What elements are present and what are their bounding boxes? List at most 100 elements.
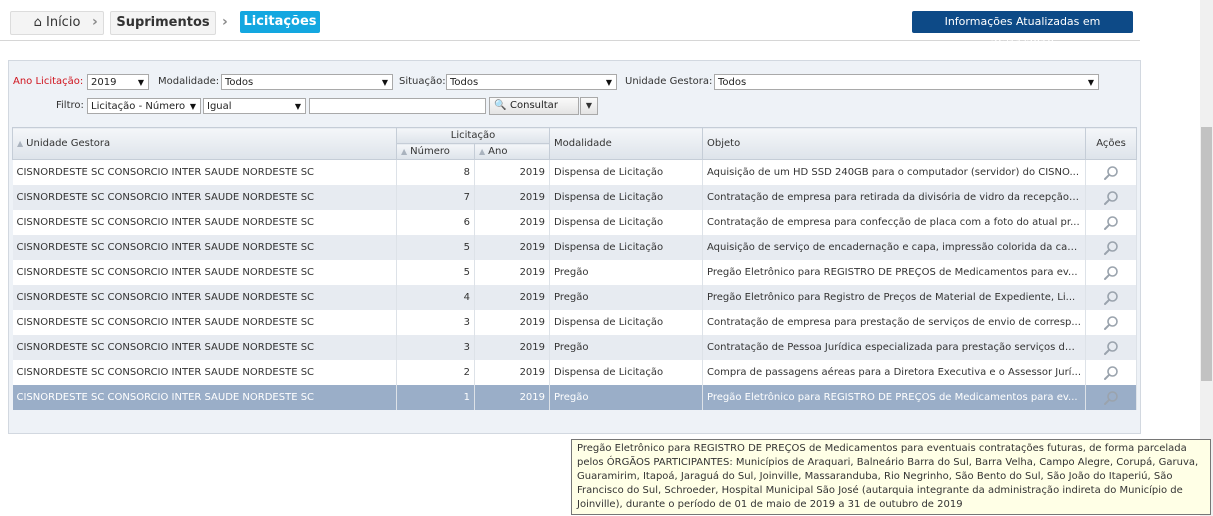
cell-ano: 2019	[474, 210, 551, 235]
cell-numero: 3	[396, 335, 475, 360]
cell-acoes	[1085, 310, 1138, 335]
view-details-icon[interactable]	[1103, 190, 1119, 205]
unidade-gestora-select[interactable]: Todos ▼	[714, 74, 1099, 90]
chevron-right-icon: ›	[92, 14, 98, 30]
home-icon: ⌂	[33, 15, 42, 30]
cell-numero: 6	[396, 210, 475, 235]
cell-objeto: Pregão Eletrônico para REGISTRO DE PREÇO…	[702, 260, 1087, 285]
table-row[interactable]: CISNORDESTE SC CONSORCIO INTER SAUDE NOR…	[12, 185, 1138, 210]
update-info-badge: Informações Atualizadas em 26/11/2019	[912, 11, 1133, 50]
chevron-down-icon: ▼	[137, 78, 144, 87]
modalidade-select-value: Todos	[225, 77, 254, 88]
view-details-icon[interactable]	[1103, 315, 1119, 330]
view-details-icon[interactable]	[1103, 390, 1119, 405]
cell-modalidade: Dispensa de Licitação	[549, 159, 704, 185]
chevron-down-icon: ▼	[1087, 78, 1094, 87]
filtro-operator-value: Igual	[207, 101, 232, 112]
sort-icon: ▲	[479, 147, 486, 156]
cell-objeto: Aquisição de um HD SSD 240GB para o comp…	[702, 159, 1087, 185]
chevron-down-icon: ▼	[294, 102, 301, 111]
table-row[interactable]: CISNORDESTE SC CONSORCIO INTER SAUDE NOR…	[12, 335, 1138, 360]
cell-objeto: Pregão Eletrônico para REGISTRO DE PREÇO…	[702, 385, 1087, 410]
cell-objeto: Contratação de empresa para retirada da …	[702, 185, 1087, 210]
sort-icon: ▲	[17, 139, 24, 148]
cell-numero: 3	[396, 310, 475, 335]
view-details-icon[interactable]	[1103, 365, 1119, 380]
view-details-icon[interactable]	[1103, 340, 1119, 355]
filtro-text-input[interactable]	[309, 98, 486, 114]
cell-acoes	[1085, 360, 1138, 385]
situacao-select-value: Todos	[450, 77, 479, 88]
column-header-modalidade[interactable]: Modalidade	[549, 127, 704, 160]
cell-modalidade: Dispensa de Licitação	[549, 235, 704, 260]
view-details-icon[interactable]	[1103, 215, 1119, 230]
cell-modalidade: Dispensa de Licitação	[549, 185, 704, 210]
column-header-numero[interactable]: ▲ Número	[396, 143, 475, 160]
chevron-down-icon: ▼	[189, 102, 196, 111]
cell-unidade: CISNORDESTE SC CONSORCIO INTER SAUDE NOR…	[12, 335, 397, 360]
cell-numero: 8	[396, 159, 475, 185]
column-header-licitacao: Licitação	[395, 127, 551, 144]
licitacoes-table-body: CISNORDESTE SC CONSORCIO INTER SAUDE NOR…	[12, 159, 1138, 410]
modalidade-select[interactable]: Todos ▼	[221, 74, 393, 90]
table-row[interactable]: CISNORDESTE SC CONSORCIO INTER SAUDE NOR…	[12, 159, 1138, 185]
view-details-icon[interactable]	[1103, 240, 1119, 255]
view-details-icon[interactable]	[1103, 165, 1119, 180]
cell-unidade: CISNORDESTE SC CONSORCIO INTER SAUDE NOR…	[12, 310, 397, 335]
ano-label: Ano Licitação:	[13, 76, 84, 87]
breadcrumb-home-label: Início	[46, 15, 81, 30]
table-row[interactable]: CISNORDESTE SC CONSORCIO INTER SAUDE NOR…	[12, 310, 1138, 335]
cell-acoes	[1085, 159, 1138, 185]
filtro-operator-select[interactable]: Igual ▼	[203, 98, 306, 114]
table-row[interactable]: CISNORDESTE SC CONSORCIO INTER SAUDE NOR…	[12, 285, 1138, 310]
column-header-objeto[interactable]: Objeto	[702, 127, 1087, 160]
cell-numero: 7	[396, 185, 475, 210]
filtro-field-select[interactable]: Licitação - Número ▼	[87, 98, 201, 114]
cell-numero: 2	[396, 360, 475, 385]
cell-ano: 2019	[474, 360, 551, 385]
scrollbar-thumb[interactable]	[1201, 127, 1212, 381]
cell-unidade: CISNORDESTE SC CONSORCIO INTER SAUDE NOR…	[12, 385, 397, 410]
filtro-label: Filtro:	[56, 100, 84, 111]
cell-objeto: Aquisição de serviço de encadernação e c…	[702, 235, 1087, 260]
filters-bar: Ano Licitação: 2019 ▼ Modalidade: Todos …	[9, 61, 1140, 123]
table-row[interactable]: CISNORDESTE SC CONSORCIO INTER SAUDE NOR…	[12, 260, 1138, 285]
ano-select[interactable]: 2019 ▼	[87, 74, 149, 90]
table-row[interactable]: CISNORDESTE SC CONSORCIO INTER SAUDE NOR…	[12, 210, 1138, 235]
table-row[interactable]: CISNORDESTE SC CONSORCIO INTER SAUDE NOR…	[12, 385, 1138, 410]
cell-acoes	[1085, 235, 1138, 260]
breadcrumb-suprimentos[interactable]: Suprimentos	[110, 11, 216, 35]
cell-numero: 1	[396, 385, 475, 410]
cell-numero: 4	[396, 285, 475, 310]
consultar-options-button[interactable]: ▼	[580, 97, 598, 115]
cell-ano: 2019	[474, 285, 551, 310]
cell-acoes	[1085, 385, 1138, 410]
unidade-gestora-select-value: Todos	[718, 77, 747, 88]
cell-objeto: Contratação de empresa para confecção de…	[702, 210, 1087, 235]
cell-ano: 2019	[474, 335, 551, 360]
cell-ano: 2019	[474, 260, 551, 285]
cell-numero: 5	[396, 235, 475, 260]
modalidade-label: Modalidade:	[158, 76, 220, 87]
view-details-icon[interactable]	[1103, 265, 1119, 280]
consultar-button[interactable]: 🔍 Consultar	[489, 97, 579, 115]
cell-modalidade: Pregão	[549, 260, 704, 285]
top-bar: ⌂ Início › Suprimentos › Licitações Info…	[0, 0, 1140, 50]
sort-icon: ▲	[401, 147, 408, 156]
column-header-ano[interactable]: ▲ Ano	[473, 143, 551, 160]
table-row[interactable]: CISNORDESTE SC CONSORCIO INTER SAUDE NOR…	[12, 235, 1138, 260]
view-details-icon[interactable]	[1103, 290, 1119, 305]
column-header-unidade[interactable]: ▲ Unidade Gestora	[12, 127, 397, 160]
unidade-gestora-label: Unidade Gestora:	[625, 76, 713, 87]
cell-unidade: CISNORDESTE SC CONSORCIO INTER SAUDE NOR…	[12, 159, 397, 185]
breadcrumb-licitacoes[interactable]: Licitações	[240, 11, 320, 33]
chevron-right-icon: ›	[222, 14, 228, 30]
breadcrumb-home[interactable]: ⌂ Início	[10, 11, 104, 35]
cell-numero: 5	[396, 260, 475, 285]
situacao-select[interactable]: Todos ▼	[446, 74, 617, 90]
cell-unidade: CISNORDESTE SC CONSORCIO INTER SAUDE NOR…	[12, 260, 397, 285]
situacao-label: Situação:	[399, 76, 446, 87]
cell-modalidade: Dispensa de Licitação	[549, 360, 704, 385]
table-row[interactable]: CISNORDESTE SC CONSORCIO INTER SAUDE NOR…	[12, 360, 1138, 385]
cell-acoes	[1085, 260, 1138, 285]
